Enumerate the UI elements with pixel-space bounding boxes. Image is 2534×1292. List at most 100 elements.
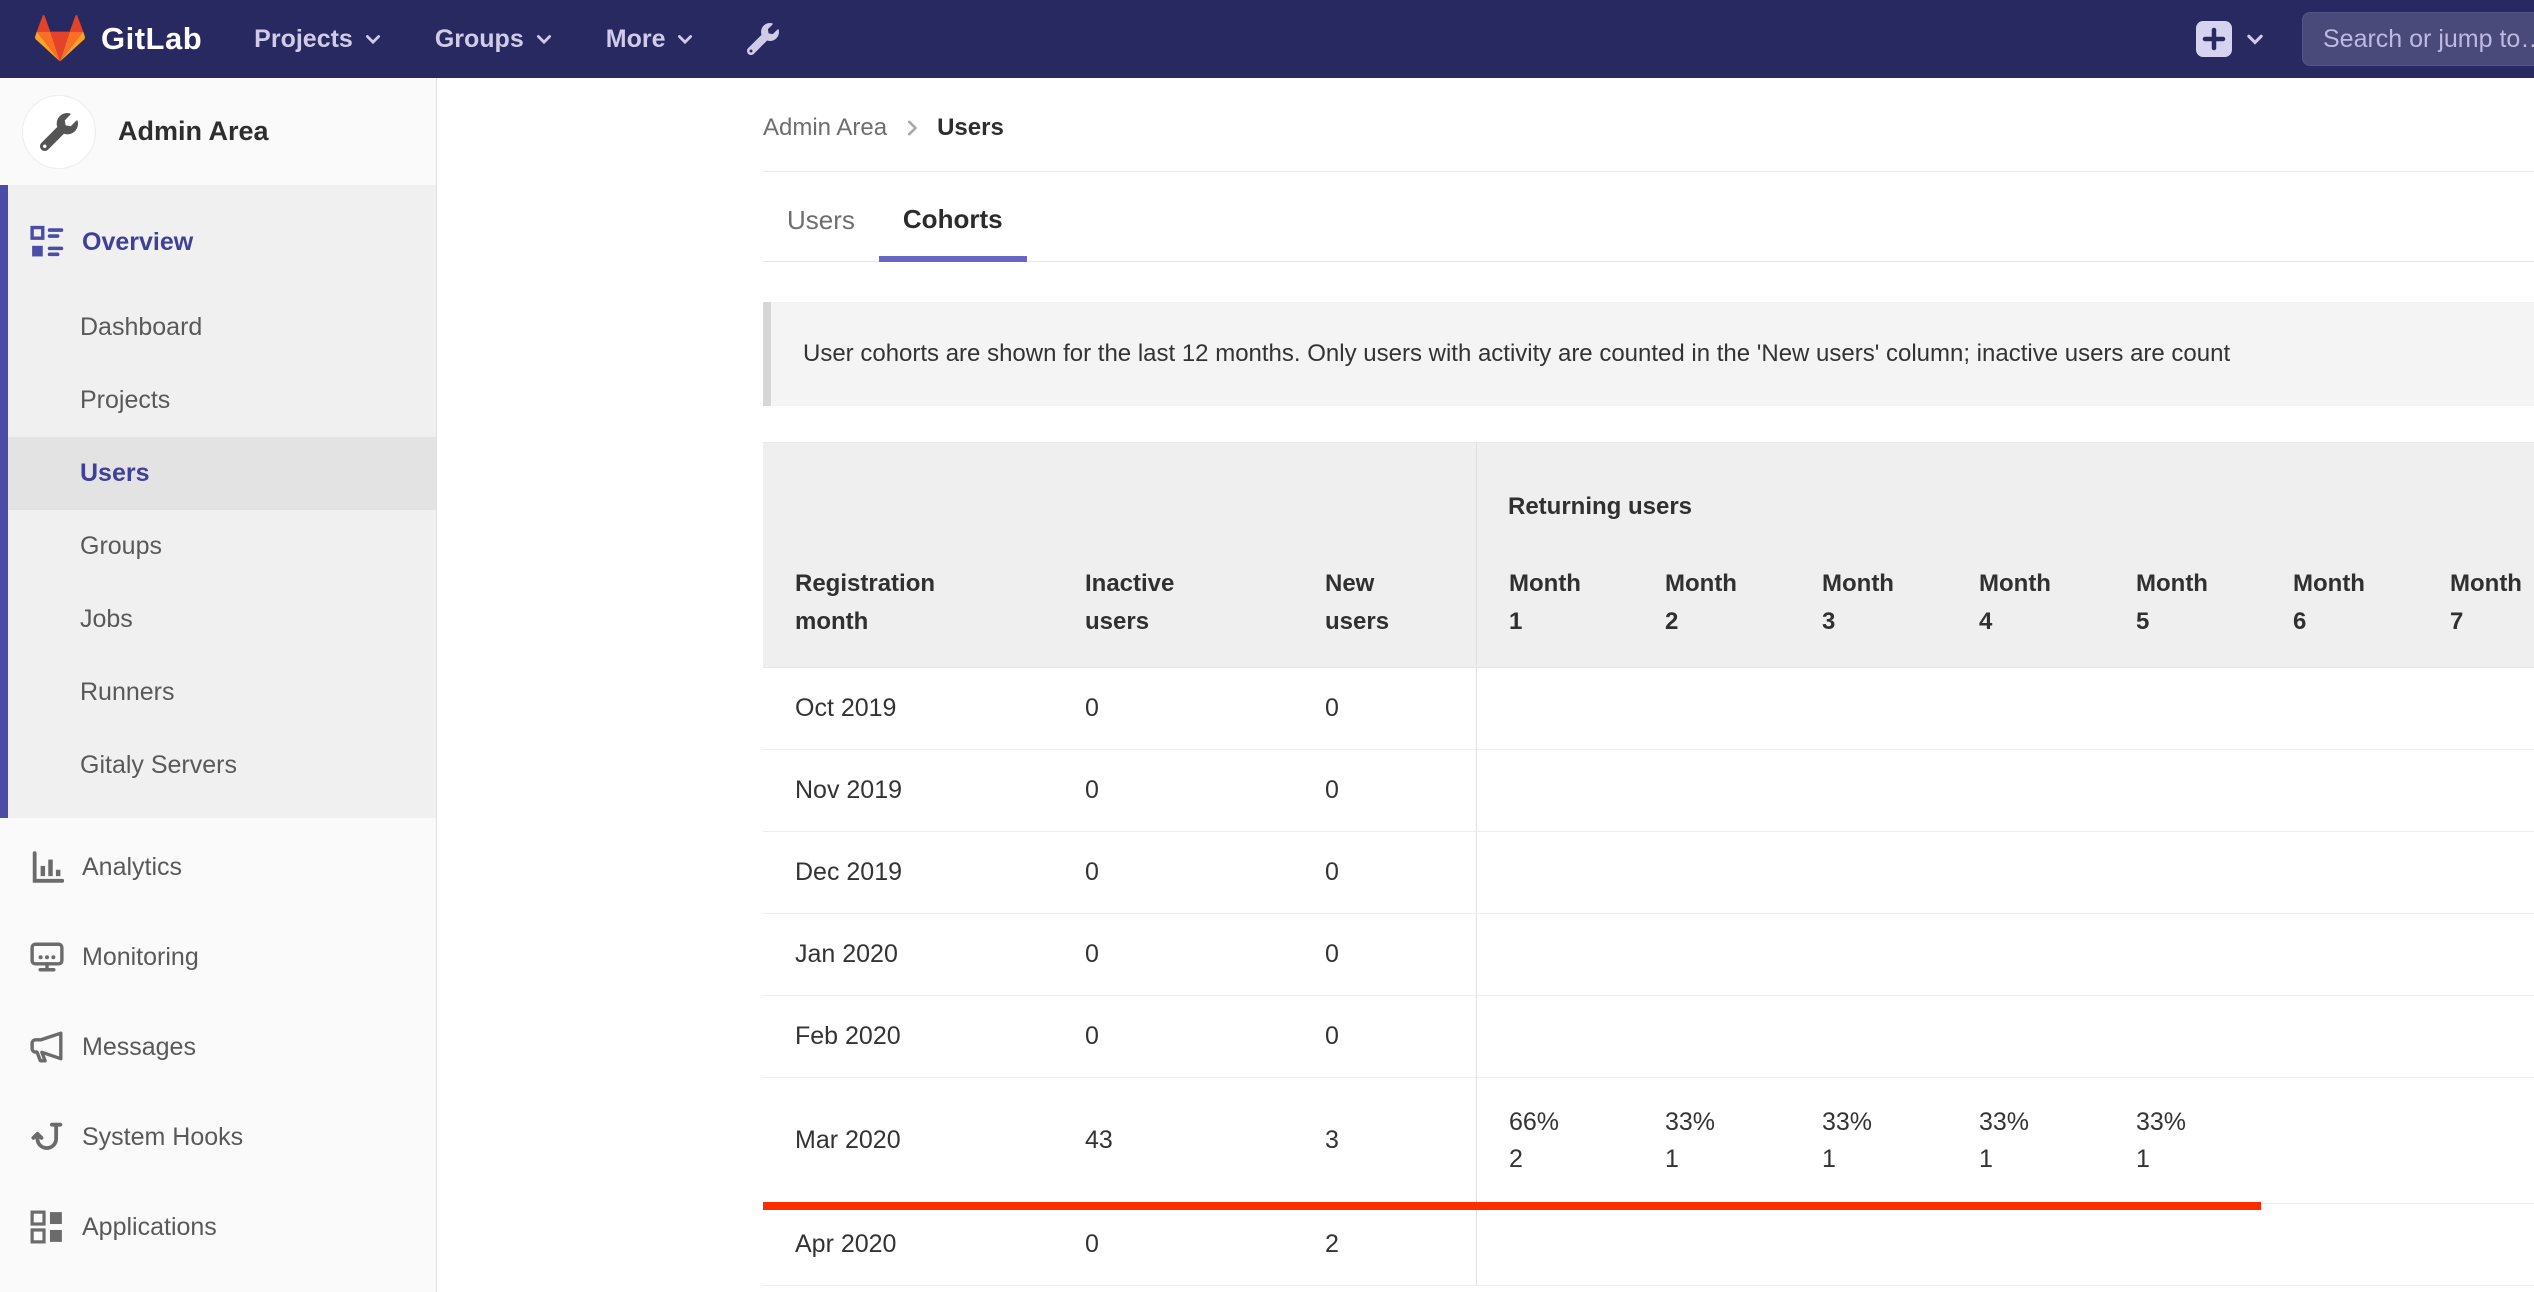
sidebar-item-messages[interactable]: Messages: [0, 1002, 436, 1092]
navbar-right-cluster: [2196, 0, 2534, 78]
table-cell: [2261, 750, 2418, 831]
nav-projects-label: Projects: [254, 24, 353, 53]
chevron-down-icon[interactable]: [2244, 28, 2266, 50]
table-cell: [1790, 1204, 1947, 1285]
table-cell: [1476, 914, 1633, 995]
sidebar-item-label: Dashboard: [80, 313, 203, 341]
table-cell: [2418, 996, 2534, 1077]
table-cell: 0: [1325, 694, 1339, 722]
table-cell: Feb 2020: [795, 1022, 901, 1050]
column-header-inactive-users: Inactive users: [1085, 570, 1175, 635]
applications-icon: [30, 1210, 62, 1244]
table-cell: [2104, 1204, 2261, 1285]
sidebar-overview-section: Overview Dashboard Projects Users Groups…: [0, 185, 436, 818]
sidebar-item-projects[interactable]: Projects: [8, 364, 436, 437]
nav-projects-menu[interactable]: Projects: [254, 25, 383, 54]
table-cell: 66% 2: [1476, 1078, 1633, 1203]
red-highlight-line: [763, 1202, 2261, 1210]
returning-users-group-header: Returning users: [1508, 493, 1693, 520]
sidebar-item-gitaly-servers[interactable]: Gitaly Servers: [8, 729, 436, 802]
sidebar-item-label: System Hooks: [82, 1122, 244, 1151]
table-cell: [2104, 832, 2261, 913]
table-cell: Dec 2019: [795, 858, 903, 886]
sidebar-item-label: Overview: [82, 227, 194, 256]
admin-wrench-icon[interactable]: [747, 23, 780, 55]
sidebar-item-applications[interactable]: Applications: [0, 1182, 436, 1272]
table-cell: 0: [1085, 1022, 1099, 1050]
search-input[interactable]: [2302, 12, 2534, 66]
table-cell: Mar 2020: [795, 1126, 901, 1154]
gitlab-logo-icon[interactable]: [34, 14, 86, 64]
table-cell: [2261, 668, 2418, 749]
table-cell: 33% 1: [2136, 1107, 2187, 1173]
sidebar-item-label: Monitoring: [82, 942, 199, 971]
main-content: Admin Area Users Users Cohorts User coho…: [437, 78, 2534, 1292]
table-cell: [1790, 996, 1947, 1077]
nav-more-menu[interactable]: More: [606, 25, 696, 54]
column-header-month-7: Month 7: [2450, 570, 2522, 635]
table-row: Feb 2020 0 0: [763, 996, 2534, 1078]
table-cell: [1947, 996, 2104, 1077]
table-cell: [2104, 914, 2261, 995]
megaphone-icon: [30, 1031, 63, 1063]
table-cell: Apr 2020: [795, 1230, 897, 1258]
cohorts-info-callout: User cohorts are shown for the last 12 m…: [763, 302, 2534, 406]
sidebar-item-label: Jobs: [80, 605, 133, 633]
overview-icon: [30, 225, 64, 257]
callout-text: User cohorts are shown for the last 12 m…: [803, 340, 2231, 367]
admin-sidebar: Admin Area Overview Dashboard Projects U…: [0, 78, 437, 1292]
new-plus-icon[interactable]: [2196, 21, 2232, 57]
analytics-icon: [32, 851, 64, 883]
sidebar-bottom-items: Analytics Monitoring Messages System Hoo…: [0, 818, 436, 1272]
table-cell: [1633, 996, 1790, 1077]
breadcrumb: Admin Area Users: [763, 78, 2534, 172]
sidebar-item-dashboard[interactable]: Dashboard: [8, 291, 436, 364]
sidebar-item-label: Analytics: [82, 852, 183, 881]
table-cell: Nov 2019: [795, 776, 903, 804]
brand-title[interactable]: GitLab: [101, 21, 202, 57]
table-cell: [2261, 1078, 2418, 1203]
sidebar-item-groups[interactable]: Groups: [8, 510, 436, 583]
table-cell: [1633, 914, 1790, 995]
sidebar-item-overview[interactable]: Overview: [8, 199, 436, 285]
breadcrumb-admin-area[interactable]: Admin Area: [763, 114, 887, 142]
sidebar-item-runners[interactable]: Runners: [8, 656, 436, 729]
table-cell: [2261, 832, 2418, 913]
sidebar-item-jobs[interactable]: Jobs: [8, 583, 436, 656]
admin-area-avatar: [22, 94, 96, 169]
sidebar-item-system-hooks[interactable]: System Hooks: [0, 1092, 436, 1182]
table-cell: [1476, 1204, 1633, 1285]
sidebar-item-label: Groups: [80, 532, 162, 560]
table-cell: 0: [1325, 1022, 1339, 1050]
table-row: Nov 2019 0 0: [763, 750, 2534, 832]
monitoring-icon: [30, 942, 64, 972]
sidebar-item-users[interactable]: Users: [8, 437, 436, 510]
chevron-down-icon: [365, 35, 380, 45]
table-cell: [2418, 1078, 2534, 1203]
sidebar-item-analytics[interactable]: Analytics: [0, 822, 436, 912]
table-cell: [2104, 750, 2261, 831]
wrench-icon: [40, 112, 78, 151]
table-cell: [2418, 914, 2534, 995]
table-cell: 0: [1085, 858, 1099, 886]
users-tabs: Users Cohorts: [763, 172, 2534, 262]
table-cell: [1633, 1204, 1790, 1285]
chevron-down-icon: [678, 35, 693, 45]
table-cell: 0: [1085, 776, 1099, 804]
tab-cohorts[interactable]: Cohorts: [878, 204, 1027, 262]
sidebar-item-label: Gitaly Servers: [80, 751, 237, 779]
table-row: Apr 2020 0 2: [763, 1204, 2534, 1286]
column-header-month-6: Month 6: [2293, 570, 2365, 635]
nav-groups-menu[interactable]: Groups: [435, 25, 554, 54]
table-cell: [2418, 750, 2534, 831]
table-cell: [1476, 668, 1633, 749]
sidebar-item-label: Messages: [82, 1032, 196, 1061]
sidebar-item-label: Runners: [80, 678, 175, 706]
table-cell: [1633, 750, 1790, 831]
table-row: Oct 2019 0 0: [763, 668, 2534, 750]
sidebar-item-monitoring[interactable]: Monitoring: [0, 912, 436, 1002]
tab-users[interactable]: Users: [763, 205, 879, 261]
sidebar-item-label: Applications: [82, 1212, 217, 1241]
table-cell: 0: [1085, 694, 1099, 722]
nav-more-label: More: [605, 24, 666, 53]
